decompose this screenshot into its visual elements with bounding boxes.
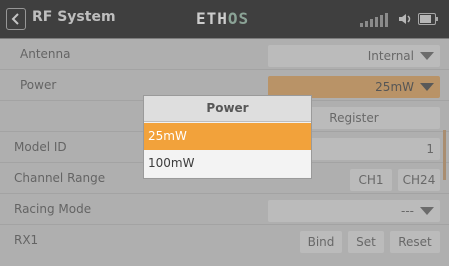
power-popup: Power 25mW 100mW [144, 96, 311, 178]
popup-title: Power [144, 96, 311, 122]
power-option-100mw[interactable]: 100mW [144, 150, 311, 177]
rf-system-screen: RF System ETHOS Antenna Internal Power 2… [0, 0, 449, 266]
power-option-25mw[interactable]: 25mW [144, 123, 311, 150]
